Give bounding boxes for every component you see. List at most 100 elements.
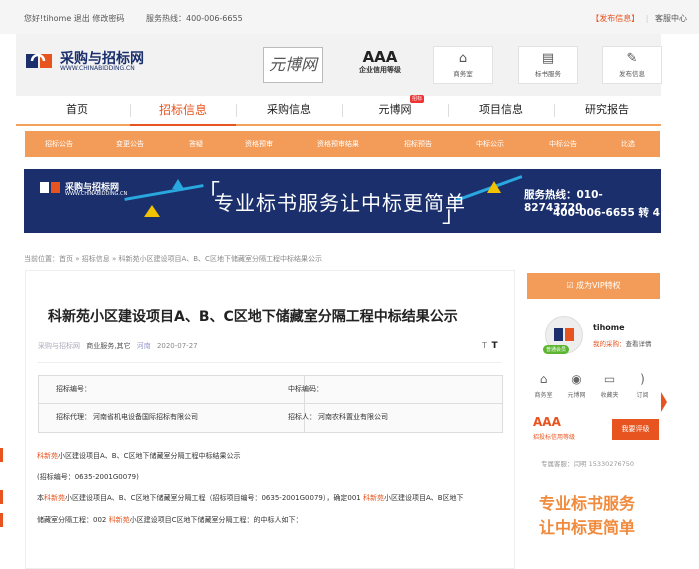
banner-stripe: [124, 184, 204, 201]
banner-triangle: [144, 205, 160, 217]
site-logo-icon[interactable]: [24, 50, 54, 72]
table-row: 招标编号： 中标编码：: [39, 376, 502, 403]
member-badge: 普通会员: [543, 345, 570, 354]
paragraph-text: 小区建设项目A、B、C区地下储藏室分隔工程（招标项目编号：0635-2001G0…: [65, 494, 363, 502]
font-large-button[interactable]: T: [491, 341, 497, 351]
become-vip-button[interactable]: ☑ 成为VIP特权: [527, 273, 660, 299]
promo-banner[interactable]: 采购与招标网 WWW.CHINABIDDING.CN 「 专业标书服务让中标更简…: [24, 169, 661, 233]
quick-business-room[interactable]: ⌂ 商务室: [527, 372, 560, 399]
side-ad-line2: 让中标更简单: [539, 518, 636, 537]
sub-nav: 招标公告 变更公告 答疑 资格预审 资格预审结果 招标预告 中标公示 中标公告 …: [25, 131, 660, 157]
article-source[interactable]: 采购与招标网: [38, 342, 80, 350]
paragraph-text: (招标编号：0635-2001G0079): [37, 473, 139, 481]
bid-service-button[interactable]: ▤ 标书服务: [518, 46, 578, 84]
publish-info-button[interactable]: ✎ 发布信息: [602, 46, 662, 84]
document-icon: ▤: [541, 51, 555, 66]
bid-info-table: 招标编号： 中标编码： 招标代理： 河南省机电设备国际招标有限公司 招标人： 河…: [38, 375, 503, 433]
my-purchases-label: 我的采购：: [593, 340, 626, 348]
font-size-toggle[interactable]: T T: [482, 341, 498, 351]
folder-icon: ▭: [603, 372, 616, 386]
bid-service-label: 标书服务: [535, 70, 561, 78]
article-paragraph: (招标编号：0635-2001G0079): [37, 472, 139, 482]
banner-triangle: [487, 181, 501, 193]
subnav-change-notice[interactable]: 变更公告: [116, 131, 144, 157]
nav-home[interactable]: 首页: [24, 96, 130, 124]
article-date: 2020-07-27: [156, 342, 198, 350]
username: tihome: [593, 323, 625, 332]
nav-yuanbo-label: 元博网: [378, 103, 412, 116]
quick-favorites[interactable]: ▭ 收藏夹: [593, 372, 626, 399]
top-right-links: 【发布信息】 | 客服中心: [591, 13, 687, 24]
subnav-prequal[interactable]: 资格预审: [245, 131, 273, 157]
subnav-award-publicity[interactable]: 中标公示: [476, 131, 504, 157]
home-icon: ⌂: [458, 51, 468, 66]
yuanbo-logo[interactable]: 元博网: [263, 47, 323, 83]
paragraph-marker: [0, 448, 3, 462]
nav-projects[interactable]: 项目信息: [448, 96, 554, 124]
article-meta: 采购与招标网 商业服务,其它 河南 2020-07-27: [38, 341, 198, 351]
paragraph-text: 小区建设项目A、B区地下: [383, 494, 464, 502]
business-room-button[interactable]: ⌂ 商务室: [433, 46, 493, 84]
nav-purchase[interactable]: 采购信息: [236, 96, 342, 124]
paragraph-marker: [0, 513, 3, 527]
keyword-highlight: 科新苑: [44, 494, 65, 502]
keyword-highlight: 科新苑: [362, 494, 384, 502]
subnav-preview[interactable]: 招标预告: [404, 131, 432, 157]
paragraph-text: 小区建设项目C区地下储藏室分隔工程：的中标人如下：: [129, 516, 303, 524]
banner-bracket-right: 」: [442, 203, 465, 228]
subnav-comparison[interactable]: 比选: [621, 131, 635, 157]
quick-subscribe[interactable]: ) 订阅: [626, 372, 659, 399]
edge-flag-icon[interactable]: [661, 392, 667, 412]
my-purchases-link[interactable]: 查看详情: [626, 340, 652, 348]
credit-rating-sub: 企业信用等级: [359, 66, 401, 74]
nav-research[interactable]: 研究报告: [554, 96, 660, 124]
my-purchases[interactable]: 我的采购：查看详情: [593, 338, 652, 348]
rating-eval-button[interactable]: 我要评级: [612, 419, 659, 440]
quick-label: 订阅: [636, 392, 649, 399]
quick-label: 元博网: [567, 392, 586, 399]
font-small-button[interactable]: T: [482, 341, 487, 350]
divider: |: [645, 14, 649, 23]
keyword-highlight: 科新苑: [108, 516, 130, 524]
main-nav: 首页 招标信息 采购信息 元博网 招标 项目信息 研究报告: [16, 95, 661, 126]
home-icon: ⌂: [539, 372, 548, 386]
user-greeting[interactable]: 您好!tihome 退出 修改密码: [24, 13, 124, 24]
nav-yuanbo[interactable]: 元博网 招标: [342, 95, 448, 124]
breadcrumb[interactable]: 当前位置：首页 » 招标信息 » 科新苑小区建设项目A、B、C区地下储藏室分隔工…: [24, 254, 322, 264]
banner-logo-icon: [40, 180, 60, 195]
publish-info-link[interactable]: 【发布信息】: [591, 14, 639, 23]
nav-tenders[interactable]: 招标信息: [130, 96, 236, 126]
business-room-label: 商务室: [453, 70, 473, 78]
service-center-link[interactable]: 客服中心: [655, 14, 687, 23]
quick-yuanbo[interactable]: ◉ 元博网: [560, 372, 593, 399]
article-paragraph: 本科新苑小区建设项目A、B、C区地下储藏室分隔工程（招标项目编号：0635-20…: [37, 493, 464, 503]
article-title: 科新苑小区建设项目A、B、C区地下储藏室分隔工程中标结果公示: [48, 309, 458, 325]
credit-rating-badge[interactable]: AAA 企业信用等级: [354, 50, 406, 75]
eye-icon: ◉: [571, 372, 582, 386]
bid-credit-rating-sub: 招投标信用等级: [533, 434, 576, 441]
banner-logo-url: WWW.CHINABIDDING.CN: [65, 191, 128, 197]
subnav-qa[interactable]: 答疑: [189, 131, 203, 157]
side-ad[interactable]: 专业标书服务 让中标更简单: [527, 482, 660, 567]
banner-triangle: [172, 179, 184, 189]
quick-label: 收藏夹: [600, 392, 619, 399]
paragraph-marker: [0, 490, 3, 504]
subnav-award-notice[interactable]: 中标公告: [549, 131, 577, 157]
banner-slogan: 专业标书服务让中标更简单: [214, 191, 466, 215]
publish-info-label: 发布信息: [619, 70, 645, 78]
bid-no-label: 招标编号：: [56, 385, 91, 393]
paragraph-text: 本: [37, 494, 44, 502]
keyword-highlight: 科新苑: [37, 452, 58, 460]
bid-credit-rating: AAA: [533, 415, 561, 429]
tenderer-value: 河南农科置业有限公司: [318, 413, 388, 421]
divider: [37, 362, 501, 363]
subnav-tender-notice[interactable]: 招标公告: [45, 131, 73, 157]
service-hotline: 服务热线：400-006-6655: [146, 14, 243, 23]
paragraph-text: 储藏室分隔工程：002: [37, 516, 109, 524]
side-ad-line1: 专业标书服务: [539, 494, 636, 513]
subnav-prequal-result[interactable]: 资格预审结果: [317, 131, 359, 157]
winner-code-label: 中标编码：: [288, 385, 323, 393]
article-area[interactable]: 河南: [137, 342, 151, 350]
article-paragraph: 科新苑小区建设项目A、B、C区地下储藏室分隔工程中标结果公示: [37, 451, 240, 461]
table-row: 招标代理： 河南省机电设备国际招标有限公司 招标人： 河南农科置业有限公司: [39, 404, 502, 431]
